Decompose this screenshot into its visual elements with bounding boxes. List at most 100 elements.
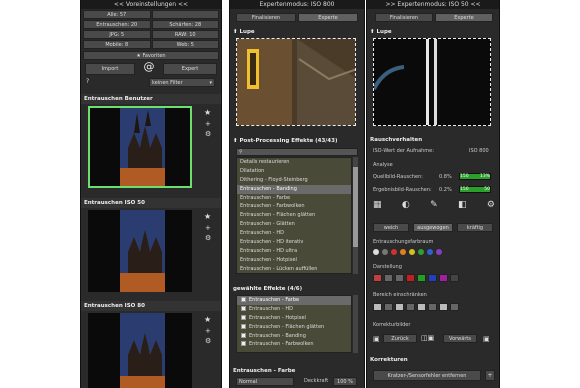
display-rgb[interactable] — [373, 274, 382, 282]
image-icon[interactable]: ▣ — [483, 335, 490, 343]
contrast-icon[interactable]: ◧ — [458, 200, 467, 210]
checkbox[interactable] — [241, 314, 246, 320]
swatch-gray[interactable] — [382, 249, 388, 255]
pp-scrollbar[interactable] — [353, 157, 358, 274]
list-item[interactable]: Entrauschen - Farbwolken — [237, 340, 351, 349]
noise-icon[interactable]: ▦ — [373, 200, 382, 210]
list-item[interactable]: Entrauschen - Flächen glätten — [237, 211, 351, 220]
preset-thumb-iso80[interactable] — [88, 313, 192, 388]
strength-weich[interactable]: weich — [373, 223, 409, 232]
filter-select[interactable]: keinen Filter ▾ — [149, 78, 215, 87]
magnifier-view[interactable] — [373, 38, 491, 126]
preset-thumb-iso50[interactable] — [88, 210, 192, 292]
swatch-orange[interactable] — [400, 249, 406, 255]
pp-search[interactable]: ⚲ — [236, 148, 358, 156]
favorites-button[interactable]: ★ Favoriten — [83, 51, 219, 60]
add-icon[interactable]: + — [485, 370, 495, 381]
tab-experte[interactable]: Experte — [298, 13, 358, 22]
display-mode[interactable] — [450, 274, 459, 282]
list-item[interactable]: Entrauschen - Farbe — [237, 194, 351, 203]
range-btn[interactable] — [428, 303, 437, 311]
forward-button[interactable]: Vorwärts — [443, 334, 477, 343]
list-item[interactable]: Entrauschen - Farbwolken — [237, 202, 351, 211]
center-icons[interactable]: ◫▣ — [421, 334, 434, 342]
display-mode[interactable] — [395, 274, 404, 282]
swatch-green[interactable] — [418, 249, 424, 255]
range-btn[interactable] — [450, 303, 459, 311]
filter-all[interactable]: Alle: 57 — [83, 10, 151, 19]
list-item[interactable]: Entrauschen - Banding — [237, 184, 351, 194]
display-mode[interactable] — [417, 274, 426, 282]
plus-icon[interactable]: + — [205, 120, 211, 128]
help-icon[interactable]: ? — [86, 78, 89, 85]
plus-icon[interactable]: + — [205, 327, 211, 335]
filter-mobile[interactable]: Mobile: 8 — [83, 40, 151, 49]
preset-thumb-user[interactable] — [88, 106, 192, 188]
scratch-remove-button[interactable]: Kratzer-/Sensorfehler entfernen — [373, 370, 481, 381]
tab-finalisieren[interactable]: Finalisieren — [375, 13, 433, 22]
list-item[interactable]: Entrauschen - Hotpixel — [237, 256, 351, 265]
range-btn[interactable] — [406, 303, 415, 311]
checkbox[interactable] — [241, 297, 246, 302]
swatch-red[interactable] — [391, 249, 397, 255]
list-item[interactable]: Entrauschen - Flächen glätten — [237, 323, 351, 332]
list-item[interactable]: Details restaurieren — [237, 158, 351, 167]
list-item[interactable]: Dilatation — [237, 167, 351, 176]
tab-finalisieren[interactable]: Finalisieren — [236, 13, 296, 22]
display-mode[interactable] — [428, 274, 437, 282]
import-button[interactable]: Import — [85, 63, 135, 75]
plus-icon[interactable]: + — [205, 224, 211, 232]
list-item[interactable]: Entrauschen - Banding — [237, 332, 351, 341]
magnifier-view[interactable] — [236, 38, 356, 126]
back-button[interactable]: Zurück — [383, 334, 417, 343]
list-item[interactable]: Entrauschen - Farbe — [237, 296, 351, 305]
star-icon[interactable]: ★ — [204, 108, 211, 117]
list-item[interactable]: Dithering - Floyd-Steinberg — [237, 176, 351, 185]
tab-experte[interactable]: Experte — [435, 13, 493, 22]
checkbox[interactable] — [241, 305, 246, 311]
brush-icon[interactable]: ✎ — [430, 200, 438, 210]
range-btn[interactable] — [373, 303, 382, 311]
filter-raw[interactable]: RAW: 10 — [151, 30, 219, 39]
range-btn[interactable] — [439, 303, 448, 311]
swatch-white[interactable] — [373, 249, 379, 255]
checkbox[interactable] — [241, 323, 246, 329]
settings-icon[interactable]: ⚙ — [205, 130, 211, 138]
list-item[interactable]: Entrauschen - HD — [237, 305, 351, 314]
range-btn[interactable] — [395, 303, 404, 311]
checkbox[interactable] — [241, 332, 246, 338]
swatch-yellow[interactable] — [409, 249, 415, 255]
star-icon[interactable]: ★ — [204, 212, 211, 221]
deckkraft-input[interactable]: 100 % — [333, 377, 357, 386]
strength-kraeftig[interactable]: kräftig — [457, 223, 493, 232]
filter-web[interactable]: Web: 5 — [151, 40, 219, 49]
display-mode[interactable] — [384, 274, 393, 282]
display-mode[interactable] — [406, 274, 415, 282]
settings-icon[interactable]: ⚙ — [205, 337, 211, 345]
star-icon[interactable]: ★ — [204, 315, 211, 324]
range-btn[interactable] — [384, 303, 393, 311]
image-icon[interactable]: ▣ — [373, 335, 380, 343]
expert-button[interactable]: Expert — [163, 63, 217, 75]
list-item[interactable]: Entrauschen - Lücken auffüllen — [237, 265, 351, 274]
at-icon[interactable]: @ — [140, 60, 158, 73]
checkbox[interactable] — [241, 341, 246, 347]
swatch-purple[interactable] — [436, 249, 442, 255]
filter-jpg[interactable]: JPG: 5 — [83, 30, 151, 39]
filter-sharpen[interactable]: Schärfen: 28 — [151, 20, 219, 29]
strength-ausgewogen[interactable]: ausgewogen — [413, 223, 453, 232]
list-item[interactable]: Entrauschen - Hotpixel — [237, 314, 351, 323]
list-item[interactable]: Entrauschen - HD — [237, 229, 351, 238]
slider-icon[interactable]: ◐ — [402, 200, 410, 210]
filter-blank[interactable] — [151, 10, 219, 19]
swatch-blue[interactable] — [427, 249, 433, 255]
list-item[interactable]: Entrauschen - Glätten — [237, 220, 351, 229]
blend-mode-select[interactable]: Normal — [236, 377, 294, 386]
settings-icon[interactable]: ⚙ — [205, 234, 211, 242]
selected-scrollbar[interactable] — [353, 295, 358, 353]
list-item[interactable]: Entrauschen - HD ultra — [237, 247, 351, 256]
display-mode[interactable] — [439, 274, 448, 282]
cog-icon[interactable]: ⚙ — [487, 200, 495, 210]
list-item[interactable]: Entrauschen - HD iterativ — [237, 238, 351, 247]
filter-noise[interactable]: Entrauschen: 20 — [83, 20, 151, 29]
